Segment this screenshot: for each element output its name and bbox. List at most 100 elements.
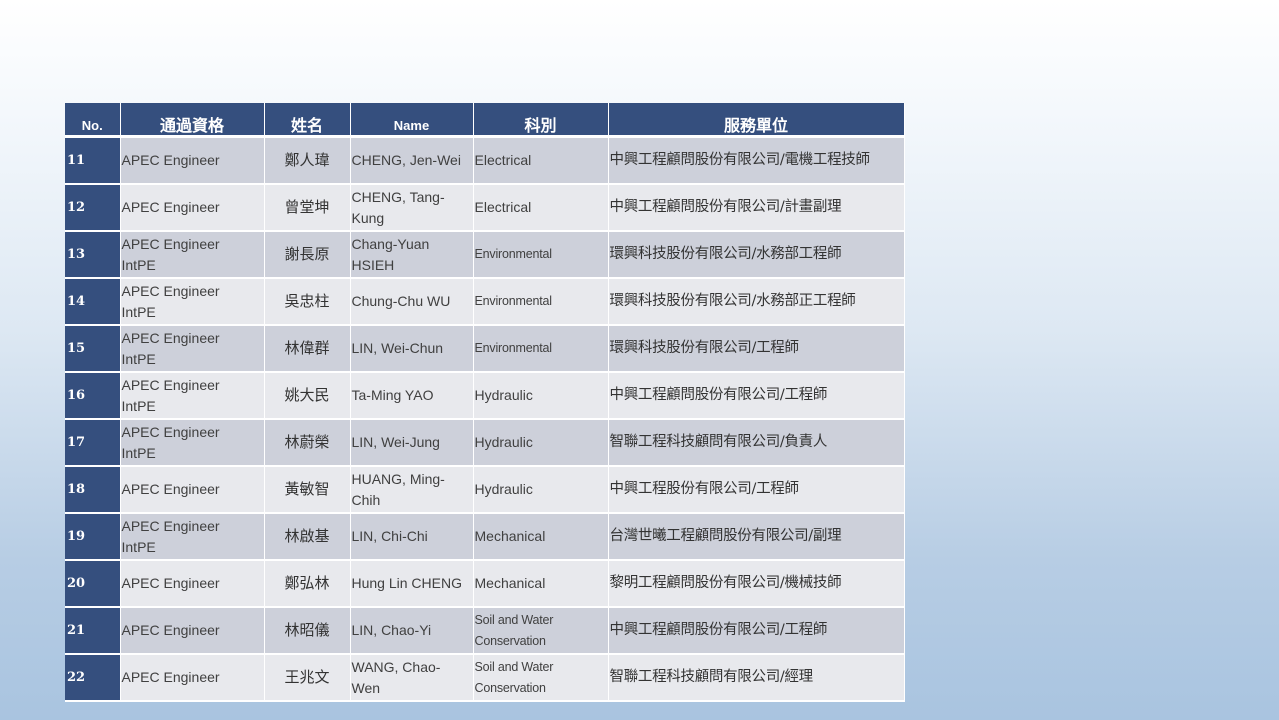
qualification-cell: APEC Engineer IntPE (120, 419, 265, 467)
qualification-cell: APEC Engineer (120, 654, 265, 702)
name-en-line: LIN, Wei-Chun (351, 340, 444, 356)
organization-cell: 中興工程顧問股份有限公司/計畫副理 (608, 184, 905, 232)
organization-cell: 智聯工程科技顧問有限公司/負責人 (608, 419, 905, 467)
table-row: 12 APEC Engineer 曾堂坤 CHENG, Tang- Kung Electr… (65, 184, 905, 232)
organization-cell: 中興工程顧問股份有限公司/工程師 (608, 372, 905, 420)
qualification-line: APEC Engineer (121, 152, 220, 168)
name-en-line: LIN, Chi-Chi (351, 528, 428, 544)
name-en-cell: WANG, Chao- Wen (350, 654, 474, 702)
name-en-line: HUANG, Ming- (351, 470, 445, 487)
name-cn-cell: 謝長原 (264, 231, 351, 279)
department-line: Mechanical (474, 528, 546, 544)
table-body: 11 APEC Engineer 鄭人瑋 CHENG, Jen-Wei Electric… (65, 136, 905, 702)
name-en-line: LIN, Chao-Yi (351, 622, 432, 638)
name-en-cell: Chang-Yuan HSIEH (350, 231, 474, 279)
name-cn-cell: 姚大民 (264, 372, 351, 420)
table-row: 11 APEC Engineer 鄭人瑋 CHENG, Jen-Wei Electric… (65, 136, 905, 185)
table-row: 18 APEC Engineer 黃敏智 HUANG, Ming- Chih Hydrau… (65, 466, 905, 514)
organization-cell: 台灣世曦工程顧問股份有限公司/副理 (608, 513, 905, 561)
table-row: 14 APEC Engineer IntPE 吳忠柱 Chung-Chu WU Envir… (65, 278, 905, 326)
row-number: 18 (65, 466, 121, 514)
engineer-roster-table: No. 通過資格 姓名 Name 科別 服務單位 11 APEC Engineer… (65, 103, 905, 702)
qualification-cell: APEC Engineer IntPE (120, 513, 265, 561)
qualification-line: APEC Engineer (121, 376, 220, 393)
row-number: 19 (65, 513, 121, 561)
department-line: Hydraulic (474, 387, 533, 403)
name-en-cell: LIN, Chi-Chi (350, 513, 474, 561)
name-cn-cell: 林昭儀 (264, 607, 351, 655)
qualification-line: APEC Engineer (121, 282, 220, 299)
name-en-line: Chung-Chu WU (351, 293, 451, 309)
name-en-line: CHENG, Tang- (351, 188, 445, 205)
header-name-en: Name (350, 103, 474, 138)
department-cell: Electrical (473, 136, 609, 185)
name-cn-cell: 林啟基 (264, 513, 351, 561)
department-line: Soil and Water (474, 659, 554, 674)
name-en-cell: Ta-Ming YAO (350, 372, 474, 420)
table-row: 22 APEC Engineer 王兆文 WANG, Chao- Wen Soil and… (65, 654, 905, 702)
department-cell: Environmental (473, 325, 609, 373)
department-cell: Soil and Water Conservation (473, 607, 609, 655)
name-cn-cell: 黃敏智 (264, 466, 351, 514)
name-en-line: Hung Lin CHENG (351, 575, 463, 591)
name-en-cell: LIN, Wei-Jung (350, 419, 474, 467)
organization-cell: 中興工程顧問股份有限公司/工程師 (608, 607, 905, 655)
qualification-line: APEC Engineer (121, 517, 220, 534)
name-en-line: CHENG, Jen-Wei (351, 152, 461, 168)
organization-cell: 環興科技股份有限公司/工程師 (608, 325, 905, 373)
department-cell: Hydraulic (473, 466, 609, 514)
department-line: Environmental (474, 294, 553, 308)
table-row: 19 APEC Engineer IntPE 林啟基 LIN, Chi-Chi Mecha… (65, 513, 905, 561)
name-en-line: Wen (351, 679, 381, 696)
department-line: Hydraulic (474, 481, 533, 497)
name-cn-cell: 曾堂坤 (264, 184, 351, 232)
name-en-line: LIN, Wei-Jung (351, 434, 440, 450)
qualification-line: IntPE (121, 350, 156, 367)
table-row: 16 APEC Engineer IntPE 姚大民 Ta-Ming YAO Hydrau… (65, 372, 905, 420)
header-organization: 服務單位 (608, 103, 905, 138)
organization-cell: 中興工程顧問股份有限公司/電機工程技師 (608, 136, 905, 185)
slide: No. 通過資格 姓名 Name 科別 服務單位 11 APEC Engineer… (0, 0, 1279, 720)
department-line: Environmental (474, 341, 553, 355)
department-cell: Mechanical (473, 560, 609, 608)
row-number: 21 (65, 607, 121, 655)
row-number: 20 (65, 560, 121, 608)
row-number: 16 (65, 372, 121, 420)
department-line: Hydraulic (474, 434, 533, 450)
header-qualification: 通過資格 (120, 103, 265, 138)
qualification-cell: APEC Engineer IntPE (120, 372, 265, 420)
name-cn-cell: 鄭人瑋 (264, 136, 351, 185)
row-number: 22 (65, 654, 121, 702)
department-cell: Environmental (473, 278, 609, 326)
qualification-cell: APEC Engineer IntPE (120, 231, 265, 279)
department-cell: Mechanical (473, 513, 609, 561)
qualification-line: APEC Engineer (121, 575, 220, 591)
name-en-cell: LIN, Chao-Yi (350, 607, 474, 655)
qualification-line: IntPE (121, 303, 156, 320)
qualification-line: IntPE (121, 538, 156, 555)
department-line: Mechanical (474, 575, 546, 591)
name-en-cell: LIN, Wei-Chun (350, 325, 474, 373)
name-cn-cell: 林偉群 (264, 325, 351, 373)
department-line: Environmental (474, 247, 553, 261)
qualification-cell: APEC Engineer (120, 560, 265, 608)
name-en-line: Ta-Ming YAO (351, 387, 434, 403)
table-row: 20 APEC Engineer 鄭弘林 Hung Lin CHENG Mechanic… (65, 560, 905, 608)
department-cell: Soil and Water Conservation (473, 654, 609, 702)
table-header-row: No. 通過資格 姓名 Name 科別 服務單位 (65, 103, 905, 138)
department-cell: Hydraulic (473, 419, 609, 467)
organization-cell: 黎明工程顧問股份有限公司/機械技師 (608, 560, 905, 608)
row-number: 13 (65, 231, 121, 279)
qualification-line: IntPE (121, 397, 156, 414)
department-cell: Hydraulic (473, 372, 609, 420)
row-number: 12 (65, 184, 121, 232)
qualification-cell: APEC Engineer (120, 466, 265, 514)
qualification-line: APEC Engineer (121, 199, 220, 215)
department-line: Conservation (474, 680, 546, 695)
name-en-cell: CHENG, Jen-Wei (350, 136, 474, 185)
organization-cell: 環興科技股份有限公司/水務部正工程師 (608, 278, 905, 326)
qualification-cell: APEC Engineer IntPE (120, 278, 265, 326)
row-number: 14 (65, 278, 121, 326)
table-row: 21 APEC Engineer 林昭儀 LIN, Chao-Yi Soil and W… (65, 607, 905, 655)
qualification-line: IntPE (121, 256, 156, 273)
